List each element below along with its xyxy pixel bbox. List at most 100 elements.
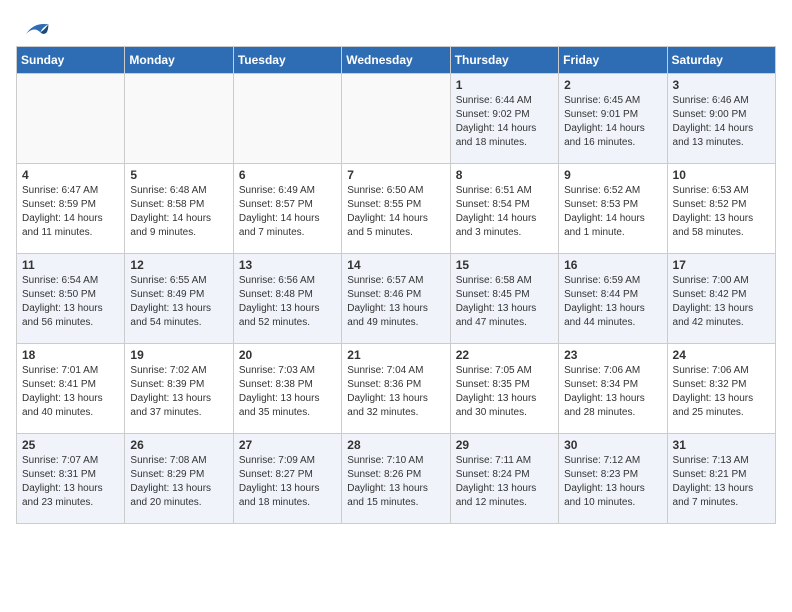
day-number: 5: [130, 168, 227, 182]
cell-content: Sunrise: 6:47 AM Sunset: 8:59 PM Dayligh…: [22, 184, 119, 240]
cell-content: Sunrise: 6:59 AM Sunset: 8:44 PM Dayligh…: [564, 274, 661, 330]
calendar-week-row: 25 Sunrise: 7:07 AM Sunset: 8:31 PM Dayli…: [17, 434, 776, 524]
day-number: 10: [673, 168, 770, 182]
cell-content: Sunrise: 7:01 AM Sunset: 8:41 PM Dayligh…: [22, 364, 119, 420]
day-number: 17: [673, 258, 770, 272]
calendar-cell: 12Sunrise: 6:55 AM Sunset: 8:49 PM Dayli…: [125, 254, 233, 344]
cell-content: Sunrise: 7:04 AM Sunset: 8:36 PM Dayligh…: [347, 364, 444, 420]
day-number: 24: [673, 348, 770, 362]
cell-content: Sunrise: 7:09 AM Sunset: 8:27 PM Dayligh…: [239, 454, 336, 510]
day-header-sunday: Sunday: [17, 47, 125, 74]
calendar-cell: 7 Sunrise: 6:50 AM Sunset: 8:55 PM Daylig…: [342, 164, 450, 254]
cell-content: Sunrise: 7:03 AM Sunset: 8:38 PM Dayligh…: [239, 364, 336, 420]
day-number: 26: [130, 438, 227, 452]
calendar-cell: 20 Sunrise: 7:03 AM Sunset: 8:38 PM Dayli…: [233, 344, 341, 434]
cell-content: Sunrise: 6:53 AM Sunset: 8:52 PM Dayligh…: [673, 184, 770, 240]
calendar-cell: 2 Sunrise: 6:45 AM Sunset: 9:01 PM Daylig…: [559, 74, 667, 164]
day-header-thursday: Thursday: [450, 47, 558, 74]
day-number: 9: [564, 168, 661, 182]
day-number: 16: [564, 258, 661, 272]
calendar-cell: 24 Sunrise: 7:06 AM Sunset: 8:32 PM Dayli…: [667, 344, 775, 434]
day-number: 12: [130, 258, 227, 272]
calendar-cell: [125, 74, 233, 164]
calendar-cell: 18 Sunrise: 7:01 AM Sunset: 8:41 PM Dayli…: [17, 344, 125, 434]
calendar-cell: 23 Sunrise: 7:06 AM Sunset: 8:34 PM Dayli…: [559, 344, 667, 434]
calendar-cell: 15 Sunrise: 6:58 AM Sunset: 8:45 PM Dayli…: [450, 254, 558, 344]
cell-content: Sunrise: 6:44 AM Sunset: 9:02 PM Dayligh…: [456, 94, 553, 150]
day-number: 19: [130, 348, 227, 362]
page-header: [16, 16, 776, 38]
calendar-cell: 26 Sunrise: 7:08 AM Sunset: 8:29 PM Dayli…: [125, 434, 233, 524]
logo: [16, 16, 50, 38]
day-number: 3: [673, 78, 770, 92]
day-number: 7: [347, 168, 444, 182]
calendar-cell: 16 Sunrise: 6:59 AM Sunset: 8:44 PM Dayli…: [559, 254, 667, 344]
cell-content: Sunrise: 7:07 AM Sunset: 8:31 PM Dayligh…: [22, 454, 119, 510]
cell-content: Sunrise: 6:46 AM Sunset: 9:00 PM Dayligh…: [673, 94, 770, 150]
cell-content: Sunrise: 7:13 AM Sunset: 8:21 PM Dayligh…: [673, 454, 770, 510]
cell-content: Sunrise: 6:45 AM Sunset: 9:01 PM Dayligh…: [564, 94, 661, 150]
logo-bird-icon: [18, 16, 50, 44]
day-number: 15: [456, 258, 553, 272]
calendar-cell: 10 Sunrise: 6:53 AM Sunset: 8:52 PM Dayli…: [667, 164, 775, 254]
day-number: 20: [239, 348, 336, 362]
calendar-cell: 13 Sunrise: 6:56 AM Sunset: 8:48 PM Dayli…: [233, 254, 341, 344]
calendar-cell: 29 Sunrise: 7:11 AM Sunset: 8:24 PM Dayli…: [450, 434, 558, 524]
day-number: 27: [239, 438, 336, 452]
day-header-saturday: Saturday: [667, 47, 775, 74]
calendar-cell: [342, 74, 450, 164]
calendar-cell: 28Sunrise: 7:10 AM Sunset: 8:26 PM Dayli…: [342, 434, 450, 524]
calendar-cell: 9 Sunrise: 6:52 AM Sunset: 8:53 PM Daylig…: [559, 164, 667, 254]
day-number: 1: [456, 78, 553, 92]
cell-content: Sunrise: 6:57 AM Sunset: 8:46 PM Dayligh…: [347, 274, 444, 330]
cell-content: Sunrise: 7:06 AM Sunset: 8:32 PM Dayligh…: [673, 364, 770, 420]
cell-content: Sunrise: 6:56 AM Sunset: 8:48 PM Dayligh…: [239, 274, 336, 330]
calendar-cell: 21Sunrise: 7:04 AM Sunset: 8:36 PM Dayli…: [342, 344, 450, 434]
calendar-cell: 3 Sunrise: 6:46 AM Sunset: 9:00 PM Daylig…: [667, 74, 775, 164]
cell-content: Sunrise: 7:12 AM Sunset: 8:23 PM Dayligh…: [564, 454, 661, 510]
calendar-cell: 31Sunrise: 7:13 AM Sunset: 8:21 PM Dayli…: [667, 434, 775, 524]
calendar-week-row: 4 Sunrise: 6:47 AM Sunset: 8:59 PM Daylig…: [17, 164, 776, 254]
day-number: 4: [22, 168, 119, 182]
calendar-week-row: 11 Sunrise: 6:54 AM Sunset: 8:50 PM Dayli…: [17, 254, 776, 344]
day-number: 18: [22, 348, 119, 362]
calendar-table: SundayMondayTuesdayWednesdayThursdayFrid…: [16, 46, 776, 524]
cell-content: Sunrise: 7:11 AM Sunset: 8:24 PM Dayligh…: [456, 454, 553, 510]
cell-content: Sunrise: 7:02 AM Sunset: 8:39 PM Dayligh…: [130, 364, 227, 420]
calendar-cell: 30 Sunrise: 7:12 AM Sunset: 8:23 PM Dayli…: [559, 434, 667, 524]
calendar-cell: 8 Sunrise: 6:51 AM Sunset: 8:54 PM Daylig…: [450, 164, 558, 254]
cell-content: Sunrise: 7:08 AM Sunset: 8:29 PM Dayligh…: [130, 454, 227, 510]
day-number: 13: [239, 258, 336, 272]
calendar-cell: 5 Sunrise: 6:48 AM Sunset: 8:58 PM Daylig…: [125, 164, 233, 254]
day-number: 11: [22, 258, 119, 272]
cell-content: Sunrise: 6:52 AM Sunset: 8:53 PM Dayligh…: [564, 184, 661, 240]
cell-content: Sunrise: 6:58 AM Sunset: 8:45 PM Dayligh…: [456, 274, 553, 330]
day-number: 8: [456, 168, 553, 182]
day-number: 25: [22, 438, 119, 452]
day-number: 14: [347, 258, 444, 272]
calendar-cell: 19 Sunrise: 7:02 AM Sunset: 8:39 PM Dayli…: [125, 344, 233, 434]
cell-content: Sunrise: 6:51 AM Sunset: 8:54 PM Dayligh…: [456, 184, 553, 240]
calendar-cell: 14 Sunrise: 6:57 AM Sunset: 8:46 PM Dayli…: [342, 254, 450, 344]
calendar-cell: [17, 74, 125, 164]
cell-content: Sunrise: 7:06 AM Sunset: 8:34 PM Dayligh…: [564, 364, 661, 420]
day-number: 6: [239, 168, 336, 182]
calendar-cell: 22Sunrise: 7:05 AM Sunset: 8:35 PM Dayli…: [450, 344, 558, 434]
day-number: 30: [564, 438, 661, 452]
cell-content: Sunrise: 6:48 AM Sunset: 8:58 PM Dayligh…: [130, 184, 227, 240]
day-header-tuesday: Tuesday: [233, 47, 341, 74]
cell-content: Sunrise: 7:10 AM Sunset: 8:26 PM Dayligh…: [347, 454, 444, 510]
calendar-cell: [233, 74, 341, 164]
cell-content: Sunrise: 7:00 AM Sunset: 8:42 PM Dayligh…: [673, 274, 770, 330]
calendar-cell: 17 Sunrise: 7:00 AM Sunset: 8:42 PM Dayli…: [667, 254, 775, 344]
calendar-cell: 4 Sunrise: 6:47 AM Sunset: 8:59 PM Daylig…: [17, 164, 125, 254]
day-number: 2: [564, 78, 661, 92]
day-number: 23: [564, 348, 661, 362]
cell-content: Sunrise: 6:50 AM Sunset: 8:55 PM Dayligh…: [347, 184, 444, 240]
day-number: 29: [456, 438, 553, 452]
calendar-cell: 25 Sunrise: 7:07 AM Sunset: 8:31 PM Dayli…: [17, 434, 125, 524]
day-number: 22: [456, 348, 553, 362]
day-header-friday: Friday: [559, 47, 667, 74]
calendar-cell: 11 Sunrise: 6:54 AM Sunset: 8:50 PM Dayli…: [17, 254, 125, 344]
cell-content: Sunrise: 6:54 AM Sunset: 8:50 PM Dayligh…: [22, 274, 119, 330]
